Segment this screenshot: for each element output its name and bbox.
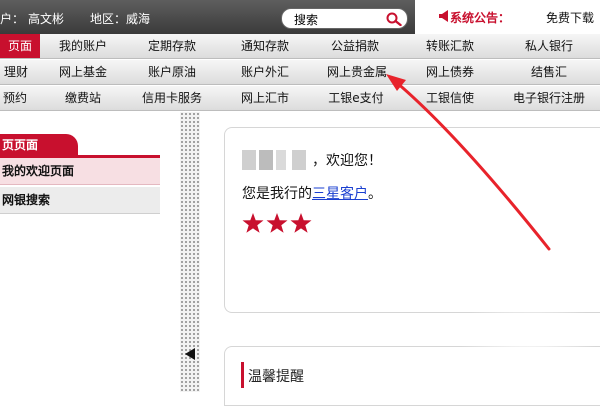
star-icon xyxy=(290,213,312,233)
reminder-title: 温馨提醒 xyxy=(248,369,304,385)
speaker-icon xyxy=(439,10,448,22)
left-item-ebank-search[interactable]: 网银搜索 xyxy=(0,187,160,214)
nav-online-fund[interactable]: 网上基金 xyxy=(44,60,122,84)
star-icon xyxy=(266,213,288,233)
nav-fx-settlement[interactable]: 结售汇 xyxy=(508,60,590,84)
star-rating xyxy=(242,213,312,233)
nav-appointment[interactable]: 预约 xyxy=(0,86,30,110)
user-name: 高文彬 xyxy=(28,12,65,26)
nav-online-bonds[interactable]: 网上债券 xyxy=(410,60,490,84)
nav-epay[interactable]: 工银e支付 xyxy=(316,86,396,110)
search-icon[interactable] xyxy=(386,12,402,26)
nav-online-fx-market[interactable]: 网上汇市 xyxy=(225,86,305,110)
nav-credit-card[interactable]: 信用卡服务 xyxy=(134,86,210,110)
nav-account-forex[interactable]: 账户外汇 xyxy=(225,60,305,84)
collapse-arrow-icon[interactable] xyxy=(185,348,195,360)
nav-precious-metals[interactable]: 网上贵金属 xyxy=(316,60,398,84)
region-info: 地区：威海 xyxy=(90,10,150,27)
nav-row-3: 预约 缴费站 信用卡服务 网上汇市 工银e支付 工银信使 电子银行注册 xyxy=(0,86,600,111)
member-level-line: 您是我行的三星客户。 xyxy=(242,183,382,203)
nav-row-1: 页面 我的账户 定期存款 通知存款 公益捐款 转账汇款 私人银行 xyxy=(0,34,600,59)
reminder-accent xyxy=(241,362,244,388)
notice-area: 系统公告： 免费下载 xyxy=(415,0,600,34)
search-label: 搜索 xyxy=(294,13,319,27)
user-info: 户： 高文彬 xyxy=(0,10,68,27)
masked-username xyxy=(242,150,308,170)
search-box[interactable]: 搜索 xyxy=(281,8,408,29)
member-level-link[interactable]: 三星客户 xyxy=(312,186,368,202)
welcome-greeting: ，欢迎您！ xyxy=(312,153,382,169)
nav-transfer[interactable]: 转账汇款 xyxy=(410,34,490,58)
left-item-welcome-page[interactable]: 我的欢迎页面 xyxy=(0,158,160,185)
member-suffix: 。 xyxy=(368,186,382,202)
user-label: 户： xyxy=(0,12,25,26)
nav-wealth[interactable]: 理财 xyxy=(0,60,32,84)
nav-account-oil[interactable]: 账户原油 xyxy=(134,60,210,84)
region-value: 威海 xyxy=(126,12,151,26)
nav-my-account[interactable]: 我的账户 xyxy=(44,34,122,58)
nav-ebank-register[interactable]: 电子银行注册 xyxy=(500,86,598,110)
nav-notice-deposit[interactable]: 通知存款 xyxy=(225,34,305,58)
nav-row-2: 理财 网上基金 账户原油 账户外汇 网上贵金属 网上债券 结售汇 xyxy=(0,60,600,85)
member-prefix: 您是我行的 xyxy=(242,186,312,202)
nav-home[interactable]: 页面 xyxy=(0,34,40,58)
nav-payment-station[interactable]: 缴费站 xyxy=(44,86,122,110)
left-panel-tab[interactable]: 页页面 xyxy=(0,134,78,156)
notice-link[interactable]: 免费下载 xyxy=(546,9,594,26)
nav-messenger[interactable]: 工银信使 xyxy=(410,86,490,110)
region-label: 地区： xyxy=(90,12,127,26)
nav-fixed-deposit[interactable]: 定期存款 xyxy=(134,34,210,58)
star-icon xyxy=(242,213,264,233)
nav-private-banking[interactable]: 私人银行 xyxy=(508,34,590,58)
screen-glare xyxy=(455,295,600,375)
notice-label: 系统公告： xyxy=(450,11,511,25)
nav-charity-donation[interactable]: 公益捐款 xyxy=(316,34,394,58)
